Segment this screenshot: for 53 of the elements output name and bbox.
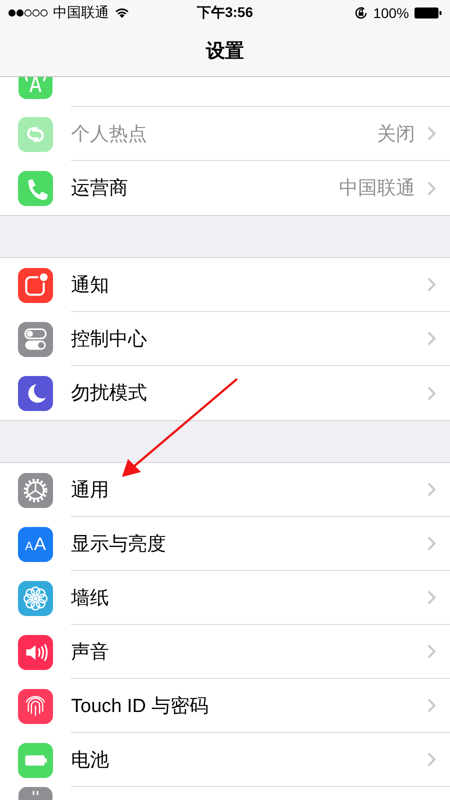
settings-row[interactable]: 运营商 中国联通 [0, 161, 450, 215]
phone-icon [18, 170, 53, 206]
signal-icon [8, 8, 48, 16]
fingerprint-icon [18, 688, 53, 724]
rotation-lock-icon [354, 6, 368, 20]
moon-icon [18, 376, 53, 410]
toggle-icon [18, 322, 53, 356]
battery-icon [18, 742, 53, 778]
settings-row[interactable]: Touch ID 与密码 [0, 679, 450, 733]
text-size-icon: AA [18, 526, 53, 562]
status-time: 下午3:56 [196, 4, 254, 22]
chevron-icon [427, 331, 436, 346]
notification-icon [18, 268, 53, 302]
chevron-icon [427, 644, 436, 659]
row-value: 关闭 [377, 122, 415, 146]
flower-icon [18, 580, 53, 616]
row-label: 电池 [71, 748, 110, 772]
chevron-icon [427, 752, 436, 767]
chevron-icon [427, 590, 436, 605]
settings-row[interactable]: 通知 [0, 258, 450, 312]
chevron-icon [427, 180, 436, 196]
settings-row[interactable]: 控制中心 [0, 312, 450, 366]
row-label: 声音 [71, 640, 110, 664]
gear-icon [18, 472, 53, 508]
wifi-icon [114, 6, 130, 18]
chevron-icon [427, 126, 436, 141]
settings-row[interactable]: 声音 [0, 625, 450, 679]
screen-title: 设置 [206, 40, 244, 64]
battery-icon [414, 6, 442, 18]
speaker-icon [18, 634, 53, 670]
row-label: 墙纸 [71, 586, 110, 610]
chevron-icon [427, 277, 436, 292]
settings-row[interactable]: 墙纸 [0, 571, 450, 625]
chevron-icon [427, 536, 436, 551]
row-label: 运营商 [71, 177, 129, 201]
row-label: Touch ID 与密码 [71, 694, 210, 718]
settings-row[interactable]: 通用 [0, 463, 450, 517]
row-value: 中国联通 [339, 177, 415, 201]
chevron-icon [427, 698, 436, 713]
chevron-icon [427, 386, 436, 400]
link-icon [18, 116, 53, 152]
row-label: 勿扰模式 [71, 382, 148, 406]
row-label: 通用 [71, 478, 110, 502]
row-label: 通知 [71, 274, 110, 298]
settings-row[interactable]: 勿扰模式 [0, 366, 450, 420]
battery-percent: 100% [373, 4, 409, 20]
settings-row[interactable]: 电池 [0, 733, 450, 787]
row-label: 个人热点 [71, 122, 148, 146]
row-label: 显示与亮度 [71, 532, 167, 556]
chevron-icon [427, 482, 436, 497]
carrier-name: 中国联通 [53, 4, 109, 22]
row-label: 控制中心 [71, 328, 148, 352]
settings-row[interactable]: AA 显示与亮度 [0, 517, 450, 571]
